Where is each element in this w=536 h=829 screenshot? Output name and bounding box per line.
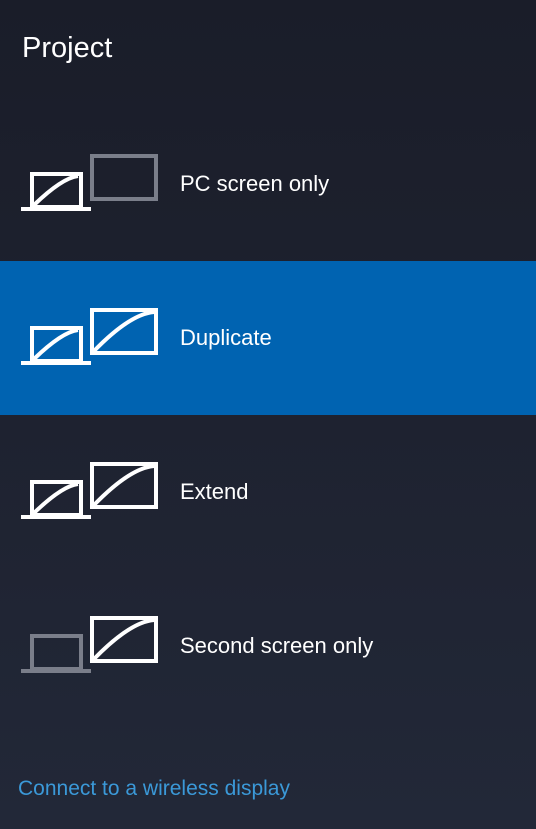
option-pc-screen-only[interactable]: PC screen only bbox=[0, 107, 536, 261]
project-options: PC screen only bbox=[0, 107, 536, 755]
project-panel: Project PC screen only bbox=[0, 0, 536, 829]
option-label: Second screen only bbox=[180, 633, 373, 659]
icon-duplicate bbox=[20, 308, 180, 368]
icon-second-screen-only bbox=[20, 616, 180, 676]
panel-title: Project bbox=[0, 0, 536, 65]
option-label: Duplicate bbox=[180, 325, 272, 351]
option-label: PC screen only bbox=[180, 171, 329, 197]
connect-wireless-display-link[interactable]: Connect to a wireless display bbox=[0, 755, 536, 829]
icon-extend bbox=[20, 462, 180, 522]
option-label: Extend bbox=[180, 479, 249, 505]
option-second-screen-only[interactable]: Second screen only bbox=[0, 569, 536, 723]
option-duplicate[interactable]: Duplicate bbox=[0, 261, 536, 415]
option-extend[interactable]: Extend bbox=[0, 415, 536, 569]
icon-pc-screen-only bbox=[20, 154, 180, 214]
